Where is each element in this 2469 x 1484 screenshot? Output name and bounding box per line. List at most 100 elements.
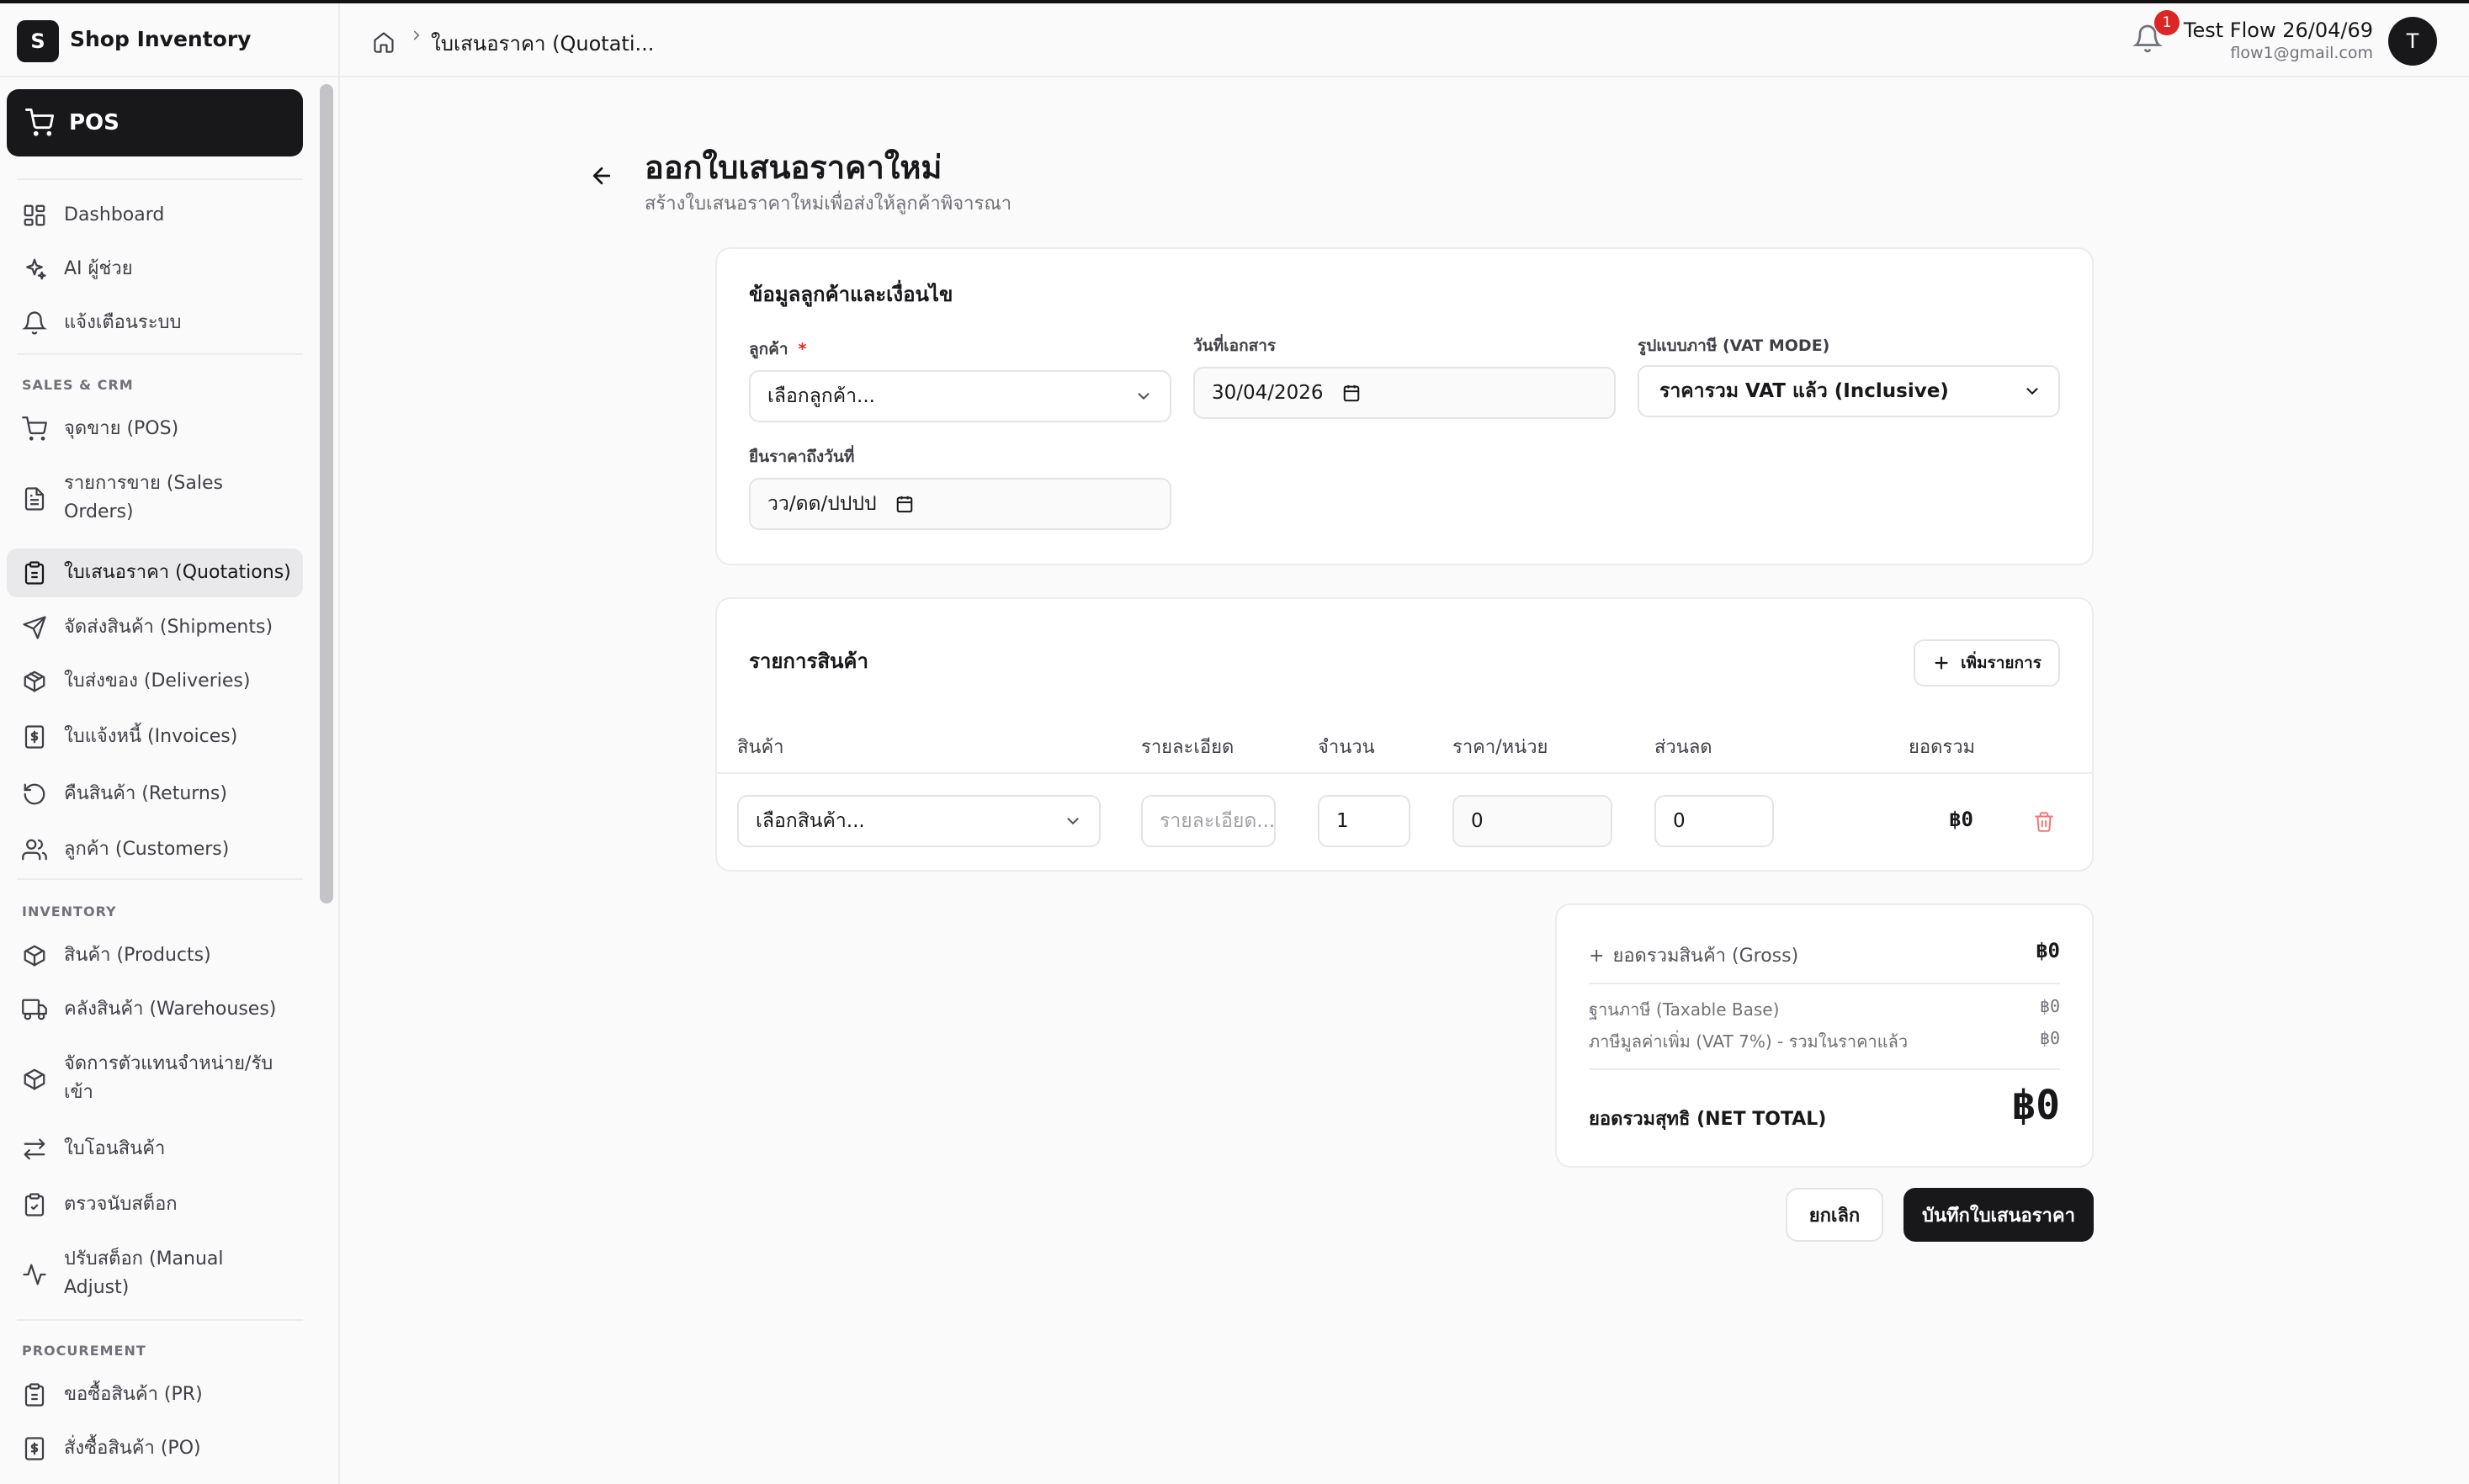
discount-input[interactable]: 0 bbox=[1654, 795, 1774, 847]
notification-badge: 1 bbox=[2154, 10, 2180, 35]
receipt-icon bbox=[24, 1437, 45, 1460]
customer-label: ลูกค้า * bbox=[749, 337, 806, 362]
cancel-button[interactable]: ยกเลิก bbox=[1786, 1188, 1883, 1242]
sidebar-item-transfers[interactable]: ใบโอนสินค้า bbox=[7, 1131, 303, 1168]
sparkles-icon bbox=[26, 258, 46, 280]
column-header-product: สินค้า bbox=[737, 737, 784, 758]
gross-label-text: ยอดรวมสินค้า (Gross) bbox=[1612, 946, 1799, 967]
taxable-base-value: ฿0 bbox=[2039, 996, 2060, 1016]
sidebar-item-label: คืนสินค้า (Returns) bbox=[64, 783, 227, 804]
home-icon[interactable] bbox=[372, 30, 396, 54]
taxable-base-label: ฐานภาษี (Taxable Base) bbox=[1589, 999, 1780, 1020]
page-subtitle: สร้างใบเสนอราคาใหม่เพื่อส่งให้ลูกค้าพิจา… bbox=[645, 193, 1012, 215]
clipboard-icon bbox=[24, 561, 45, 585]
cart-icon bbox=[22, 416, 47, 441]
gross-label[interactable]: + ยอดรวมสินค้า (Gross) bbox=[1589, 941, 1798, 970]
column-header-quantity: จำนวน bbox=[1318, 737, 1375, 758]
sidebar-item-warehouses[interactable]: คลังสินค้า (Warehouses) bbox=[7, 991, 303, 1028]
sidebar-item-label: ตรวจนับสต็อก bbox=[64, 1194, 178, 1215]
sidebar-item-notifications[interactable]: แจ้งเตือนระบบ bbox=[7, 305, 303, 342]
rotate-icon bbox=[24, 783, 45, 805]
divider bbox=[1589, 1068, 2060, 1070]
sidebar-item-label: ขอซื้อสินค้า (PR) bbox=[64, 1384, 203, 1405]
sidebar-item-shipments[interactable]: จัดส่งสินค้า (Shipments) bbox=[7, 609, 303, 646]
sidebar-item-dashboard[interactable]: Dashboard bbox=[7, 197, 303, 234]
sidebar-item-purchase-requests[interactable]: ขอซื้อสินค้า (PR) bbox=[7, 1376, 303, 1413]
trash-icon[interactable] bbox=[2033, 811, 2055, 833]
sidebar-scrollbar[interactable] bbox=[320, 84, 333, 904]
sidebar-item-manual-adjust[interactable]: ปรับสต็อก (Manual Adjust) bbox=[7, 1245, 303, 1304]
add-item-label: เพิ่มรายการ bbox=[1961, 654, 2042, 672]
valid-until-label: ยืนราคาถึงวันที่ bbox=[749, 448, 855, 466]
vat-mode-select[interactable]: ราคารวม VAT แล้ว (Inclusive) bbox=[1638, 365, 2060, 417]
sidebar-item-purchase-orders[interactable]: สั่งซื้อสินค้า (PO) bbox=[7, 1430, 303, 1467]
section-label-sales: SALES & CRM bbox=[22, 377, 134, 393]
pos-button[interactable]: POS bbox=[7, 89, 303, 156]
page-title: ออกใบเสนอราคาใหม่ bbox=[645, 149, 942, 186]
doc-date-input[interactable]: 30/04/2026 bbox=[1193, 367, 1616, 419]
sidebar-item-label: สั่งซื้อสินค้า (PO) bbox=[64, 1438, 201, 1459]
calendar-icon[interactable] bbox=[1342, 384, 1361, 402]
sidebar: S Shop Inventory POS Dashboard AI ผู้ช่ว… bbox=[0, 3, 340, 1484]
net-total-label: ยอดรวมสุทธิ (NET TOTAL) bbox=[1589, 1109, 1827, 1130]
sidebar-item-ai[interactable]: AI ผู้ช่วย bbox=[7, 251, 303, 288]
row-total: ฿0 bbox=[1949, 808, 1973, 831]
divider bbox=[17, 878, 303, 880]
sidebar-item-customers[interactable]: ลูกค้า (Customers) bbox=[7, 831, 303, 868]
calendar-icon[interactable] bbox=[895, 495, 914, 513]
doc-date-value: 30/04/2026 bbox=[1212, 382, 1324, 404]
customer-card-title: ข้อมูลลูกค้าและเงื่อนไข bbox=[749, 283, 953, 306]
save-quotation-button[interactable]: บันทึกใบเสนอราคา bbox=[1904, 1188, 2094, 1242]
column-header-detail: รายละเอียด bbox=[1141, 737, 1234, 758]
net-total-value: ฿0 bbox=[2011, 1082, 2060, 1129]
sidebar-item-label: จัดส่งสินค้า (Shipments) bbox=[64, 617, 273, 638]
avatar[interactable]: T bbox=[2388, 17, 2437, 66]
sidebar-item-deliveries[interactable]: ใบส่งของ (Deliveries) bbox=[7, 663, 303, 700]
valid-until-input[interactable]: วว/ดด/ปปปป bbox=[749, 478, 1171, 530]
gross-value: ฿0 bbox=[2036, 939, 2060, 962]
sidebar-item-returns[interactable]: คืนสินค้า (Returns) bbox=[7, 776, 303, 813]
unit-price-input[interactable]: 0 bbox=[1452, 795, 1612, 847]
sidebar-item-label: ใบแจ้งหนี้ (Invoices) bbox=[64, 726, 238, 747]
column-header-discount: ส่วนลด bbox=[1654, 737, 1712, 758]
sidebar-item-label: ปรับสต็อก (Manual Adjust) bbox=[64, 1248, 224, 1298]
top-header: ใบเสนอราคา (Quotati... 1 Test Flow 26/04… bbox=[340, 3, 2469, 77]
chevron-down-icon bbox=[1067, 818, 1079, 825]
valid-until-value: วว/ดด/ปปปป bbox=[767, 493, 877, 515]
vat-amount-value: ฿0 bbox=[2039, 1028, 2060, 1048]
brand[interactable]: S Shop Inventory bbox=[0, 3, 338, 77]
user-email: flow1@gmail.com bbox=[2230, 44, 2373, 62]
breadcrumb[interactable]: ใบเสนอราคา (Quotati... bbox=[431, 27, 654, 60]
unit-price-value: 0 bbox=[1471, 810, 1484, 832]
section-label-procurement: PROCUREMENT bbox=[22, 1343, 146, 1359]
chevron-down-icon bbox=[1138, 393, 1150, 400]
sidebar-item-products[interactable]: สินค้า (Products) bbox=[7, 937, 303, 974]
discount-value: 0 bbox=[1673, 810, 1686, 832]
items-card-title: รายการสินค้า bbox=[749, 649, 868, 673]
sidebar-item-invoices[interactable]: ใบแจ้งหนี้ (Invoices) bbox=[7, 718, 303, 755]
sidebar-item-label: AI ผู้ช่วย bbox=[64, 258, 133, 279]
product-select[interactable]: เลือกสินค้า... bbox=[737, 795, 1101, 847]
sidebar-item-label: ใบโอนสินค้า bbox=[64, 1138, 166, 1159]
add-item-button[interactable]: เพิ่มรายการ bbox=[1914, 639, 2060, 686]
customer-select[interactable]: เลือกลูกค้า... bbox=[749, 370, 1171, 422]
quantity-input[interactable]: 1 bbox=[1318, 795, 1410, 847]
sidebar-item-quotations[interactable]: ใบเสนอราคา (Quotations) bbox=[7, 549, 303, 597]
sidebar-item-suppliers[interactable]: จัดการตัวแทนจำหน่าย/รับเข้า bbox=[7, 1050, 303, 1109]
back-arrow-icon[interactable] bbox=[589, 163, 614, 188]
vat-mode-label: รูปแบบภาษี (VAT MODE) bbox=[1638, 337, 1830, 355]
column-header-unit-price: ราคา/หน่วย bbox=[1452, 737, 1548, 758]
package-icon bbox=[24, 1068, 45, 1090]
sidebar-item-stock-count[interactable]: ตรวจนับสต็อก bbox=[7, 1186, 303, 1223]
receipt-icon bbox=[24, 725, 45, 749]
detail-input[interactable]: รายละเอียด... bbox=[1141, 795, 1276, 847]
customer-label-text: ลูกค้า bbox=[749, 340, 788, 358]
sidebar-item-label: Dashboard bbox=[64, 204, 165, 225]
sidebar-item-sales-orders[interactable]: รายการขาย (Sales Orders) bbox=[7, 469, 303, 528]
customer-select-value: เลือกลูกค้า... bbox=[767, 385, 875, 407]
users-icon bbox=[22, 839, 47, 861]
sidebar-item-label: คลังสินค้า (Warehouses) bbox=[64, 999, 277, 1020]
clipboard-icon bbox=[24, 1383, 45, 1407]
plus-icon: + bbox=[1589, 946, 1605, 967]
sidebar-item-pos[interactable]: จุดขาย (POS) bbox=[7, 411, 303, 448]
